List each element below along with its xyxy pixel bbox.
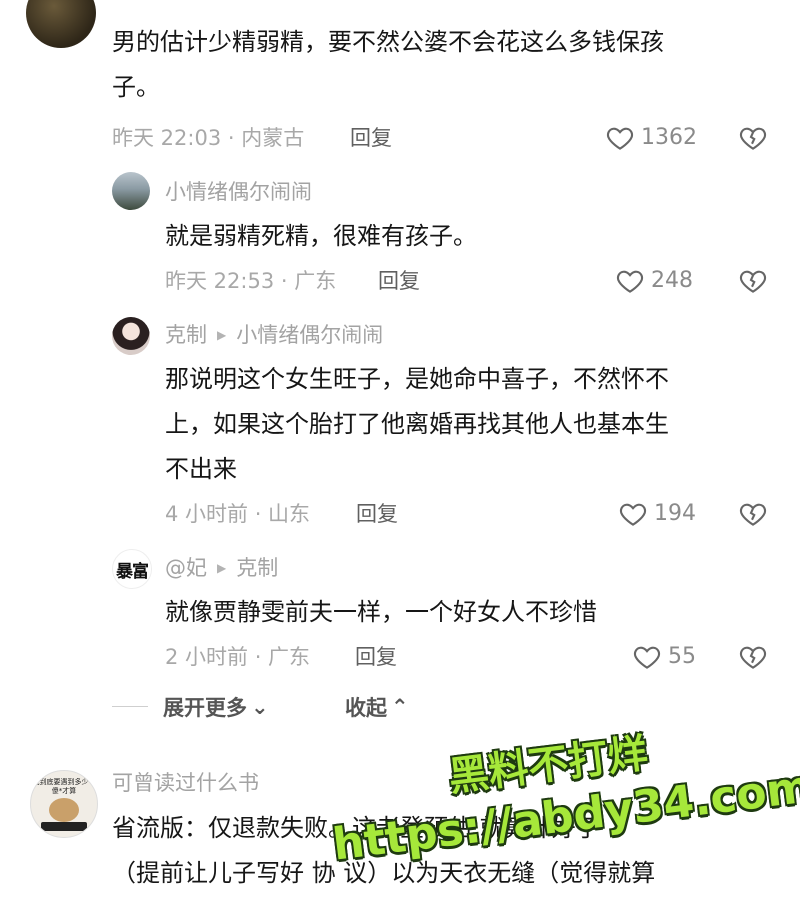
like-count: 194	[654, 501, 696, 526]
avatar[interactable]	[26, 0, 96, 48]
author-name: 克制	[165, 323, 207, 347]
comment-meta: 昨天 22:53 · 广东	[165, 269, 337, 293]
collapse-button[interactable]: 收起 ⌃	[345, 692, 409, 722]
comment-author[interactable]: 小情绪偶尔闹闹	[165, 177, 312, 207]
like-button[interactable]: 248	[615, 266, 693, 296]
heart-icon	[616, 270, 644, 293]
collapse-label: 收起	[345, 696, 387, 720]
comment-text: 那说明这个女生旺子，是她命中喜子，不然怀不 上，如果这个胎打了他离婚再找其他人也…	[165, 365, 669, 483]
divider	[112, 706, 148, 707]
like-button[interactable]: 1362	[605, 123, 697, 153]
comment-author[interactable]: 克制 ▶ 小情绪偶尔闹闹	[165, 320, 383, 350]
chevron-down-icon: ⌄	[251, 695, 269, 719]
chevron-up-icon: ⌃	[391, 695, 409, 719]
comment-author[interactable]: 可曾读过什么书	[112, 768, 259, 798]
broken-heart-icon[interactable]	[738, 499, 768, 529]
author-name: @妃	[165, 556, 207, 580]
heart-icon	[619, 503, 647, 526]
avatar[interactable]: 我到底要遇到多少个傻*才算	[30, 770, 98, 838]
heart-icon	[606, 127, 634, 150]
like-button[interactable]: 55	[632, 642, 696, 672]
reply-button[interactable]: 回复	[356, 499, 398, 529]
broken-heart-icon[interactable]	[738, 642, 768, 672]
comment-text: 就像贾静雯前夫一样，一个好女人不珍惜	[165, 598, 597, 626]
comment-meta: 昨天 22:03 · 内蒙古	[112, 126, 305, 150]
avatar[interactable]	[112, 172, 150, 210]
reply-button[interactable]: 回复	[355, 642, 397, 672]
author-name: 小情绪偶尔闹闹	[165, 180, 312, 204]
reply-arrow-icon: ▶	[217, 561, 227, 575]
comment-text: 就是弱精死精，很难有孩子。	[165, 222, 477, 250]
author-name: 可曾读过什么书	[112, 771, 259, 795]
like-count: 55	[668, 644, 696, 669]
reply-button[interactable]: 回复	[378, 266, 420, 296]
avatar-text: 我到底要遇到多少个傻*才算	[32, 778, 96, 795]
reply-to-name: 小情绪偶尔闹闹	[236, 323, 384, 347]
broken-heart-icon[interactable]	[738, 123, 768, 153]
broken-heart-icon[interactable]	[738, 266, 768, 296]
expand-more-button[interactable]: 展开更多 ⌄	[163, 692, 269, 722]
comment-author[interactable]: @妃 ▶ 克制	[165, 553, 278, 583]
reply-to-name: 克制	[236, 556, 279, 580]
dog-image	[49, 798, 79, 822]
like-button[interactable]: 194	[618, 499, 696, 529]
reply-button[interactable]: 回复	[350, 123, 392, 153]
reply-arrow-icon: ▶	[217, 328, 227, 342]
like-count: 1362	[641, 125, 697, 150]
avatar[interactable]	[112, 317, 150, 355]
comment-text: 男的估计少精弱精，要不然公婆不会花这么多钱保孩 子。	[112, 28, 664, 101]
avatar[interactable]: 暴富	[112, 549, 152, 589]
like-count: 248	[651, 268, 693, 293]
avatar-text: 暴富	[116, 561, 149, 582]
comment-meta: 4 小时前 · 山东	[165, 502, 311, 526]
expand-label: 展开更多	[163, 696, 247, 720]
avatar-banner	[41, 822, 87, 831]
heart-icon	[633, 646, 661, 669]
comment-meta: 2 小时前 · 广东	[165, 645, 311, 669]
